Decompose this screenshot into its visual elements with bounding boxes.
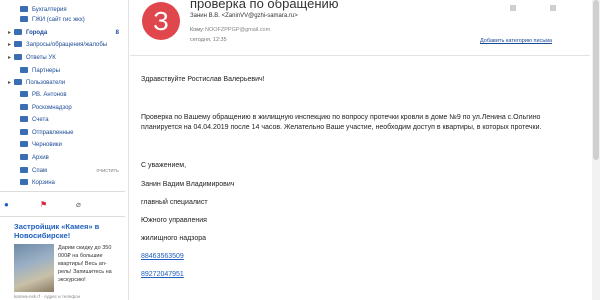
message-subject: проверка по обращению: [190, 0, 339, 11]
clear-spam-link[interactable]: очистить: [96, 166, 119, 176]
phone-link-2[interactable]: 89272047951: [141, 271, 184, 278]
message-date: сегодня, 12:35: [190, 37, 227, 43]
folder-icon: [14, 79, 22, 85]
scrollbar[interactable]: [592, 0, 600, 300]
folder-item[interactable]: Спам очистить: [8, 166, 123, 176]
attachment-filter-icon[interactable]: ⌀: [76, 200, 81, 209]
folder-label: Роскомнадзор: [32, 105, 72, 111]
chevron-right-icon[interactable]: ▸: [8, 78, 11, 88]
unread-count: 8: [115, 30, 119, 36]
folder-label: Счета: [32, 117, 49, 123]
ad-text[interactable]: Дарим скидку до 350 000₽ на большие квар…: [58, 244, 114, 284]
folder-icon: [14, 29, 22, 35]
body-line-1: Проверка по Вашему обращению в жилищную …: [141, 114, 541, 121]
folder-item[interactable]: ▸ Ответы УК: [8, 53, 123, 63]
folder-icon: [20, 67, 28, 73]
folder-label: Бухгалтерия: [32, 7, 67, 13]
scrollbar-thumb[interactable]: [593, 0, 599, 160]
folder-list: Бухгалтерия ГЖИ (сайт гис жкх) ▸ Города 8 ▸ За…: [0, 0, 125, 191]
phone-link-1[interactable]: 88463563509: [141, 253, 184, 260]
sender-address[interactable]: Занин В.В. <ZaninVV@gzhi-samara.ru>: [190, 13, 298, 19]
folder-label: Ответы УК: [26, 55, 56, 61]
signature-name: Занин Вадим Владимирович: [141, 181, 235, 188]
sidebar: Бухгалтерия ГЖИ (сайт гис жкх) ▸ Города 8 ▸ За…: [0, 0, 125, 300]
folder-label: Партнеры: [32, 68, 60, 74]
header-divider: [130, 55, 590, 56]
folder-label: Города: [26, 30, 48, 36]
regards: С уважением,: [141, 162, 187, 169]
ad-title[interactable]: Застройщик «Камея» в Новосибирске!: [14, 222, 114, 240]
folder-item[interactable]: Бухгалтерия: [8, 5, 123, 15]
folder-icon: [20, 167, 28, 173]
unread-filter-icon[interactable]: ●: [4, 200, 9, 209]
ad-image[interactable]: [14, 244, 54, 292]
folder-label: Архив: [32, 155, 49, 161]
message-reader: З проверка по обращению Занин В.В. <Zani…: [130, 0, 590, 300]
folder-item[interactable]: Роскомнадзор: [8, 103, 123, 113]
recipient-address[interactable]: NOOFZPPGP@gmail.com: [205, 27, 270, 33]
sender-avatar: З: [142, 2, 180, 40]
folder-icon: [14, 54, 22, 60]
signature-title: главный специалист: [141, 199, 208, 206]
folder-icon: [20, 6, 28, 12]
pane-divider: [128, 0, 129, 300]
folder-icon: [20, 104, 28, 110]
folder-label: Черновики: [32, 142, 62, 148]
folder-item[interactable]: ▸ Города 8: [8, 28, 123, 38]
folder-item[interactable]: Корзина: [8, 178, 123, 188]
add-category-link[interactable]: Добавить категорию письма: [480, 38, 552, 44]
folder-item[interactable]: ГЖИ (сайт гис жкх): [8, 15, 123, 25]
folder-item[interactable]: Черновики: [8, 140, 123, 150]
folder-label: Пользователи: [26, 80, 66, 86]
folder-icon: [20, 141, 28, 147]
folder-icon: [14, 41, 22, 47]
folder-icon: [20, 154, 28, 160]
folder-item[interactable]: Отправленные: [8, 128, 123, 138]
flag-icon[interactable]: [510, 5, 516, 11]
folder-label: РВ. Антонов: [32, 92, 67, 98]
folder-item[interactable]: Архив: [8, 153, 123, 163]
signature-dept-2: жилищного надзора: [141, 235, 206, 242]
chevron-right-icon[interactable]: ▸: [8, 40, 11, 50]
folder-icon: [20, 179, 28, 185]
chevron-right-icon[interactable]: ▸: [8, 53, 11, 63]
to-label: Кому:: [190, 27, 205, 33]
folder-icon: [20, 116, 28, 122]
folder-item[interactable]: Счета: [8, 115, 123, 125]
folder-label: ГЖИ (сайт гис жкх): [32, 17, 85, 23]
chevron-right-icon[interactable]: ▸: [8, 28, 11, 38]
folder-item[interactable]: РВ. Антонов: [8, 90, 123, 100]
greeting: Здравствуйте Ростислав Валерьевич!: [141, 76, 265, 83]
body-line-2: планируется на 04.04.2019 после 14 часов…: [141, 124, 542, 131]
folder-label: Спам: [32, 168, 48, 174]
folder-icon: [20, 16, 28, 22]
flag-filter-icon[interactable]: ⚑: [40, 200, 47, 209]
sidebar-toolbar: ● ⚑ ⌀: [0, 192, 125, 216]
folder-label: Корзина: [32, 180, 55, 186]
folder-icon: [20, 129, 28, 135]
folder-item[interactable]: ▸ Запросы/обращения/жалобы: [8, 40, 123, 50]
signature-dept-1: Южного управления: [141, 217, 207, 224]
folder-item[interactable]: Партнеры: [8, 66, 123, 76]
folder-item[interactable]: ▸ Пользователи: [8, 78, 123, 88]
folder-label: Отправленные: [32, 130, 74, 136]
more-icon[interactable]: [550, 5, 556, 11]
ad-block[interactable]: Застройщик «Камея» в Новосибирске! Дарим…: [14, 222, 114, 299]
ad-footer[interactable]: kamea-nsk.rf · Адрес и телефон: [14, 294, 80, 299]
sidebar-divider-2: [0, 216, 125, 217]
folder-label: Запросы/обращения/жалобы: [26, 42, 108, 48]
folder-icon: [20, 91, 28, 97]
